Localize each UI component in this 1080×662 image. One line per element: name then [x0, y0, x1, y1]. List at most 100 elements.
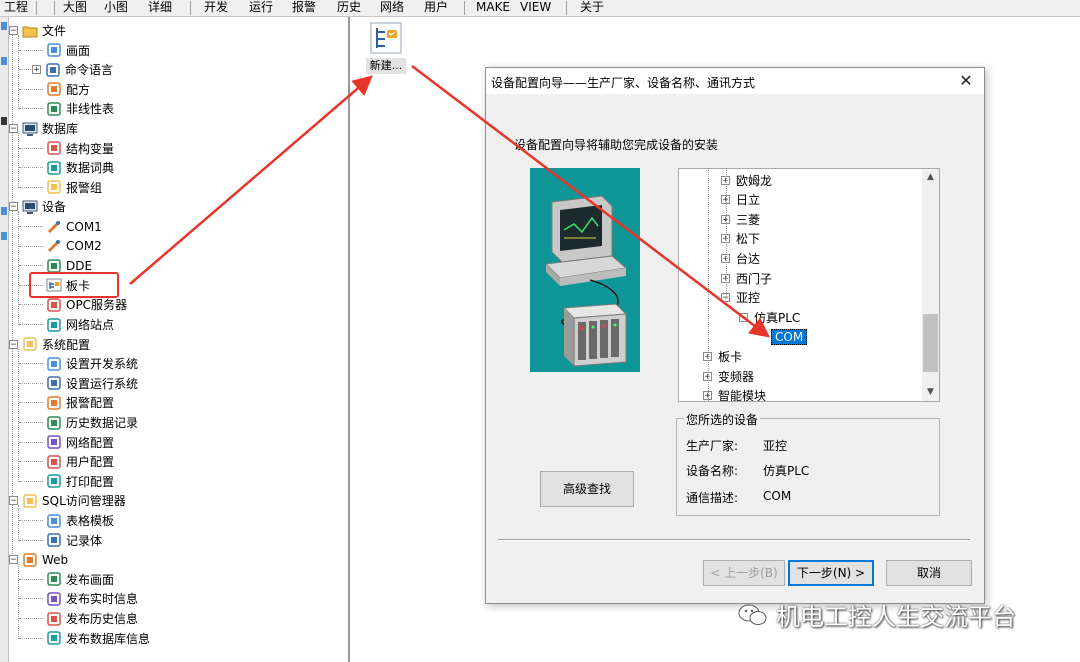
menu-history[interactable]: 历史 [337, 0, 361, 16]
tree-expander-icon[interactable]: − [9, 202, 18, 212]
advanced-search-button[interactable]: 高级查找 [540, 471, 634, 507]
menu-separator [54, 1, 55, 15]
device-tree-item-label: 变频器 [718, 369, 755, 384]
device-tree-item-label: 智能模块 [718, 389, 767, 402]
device-tree-item-selected-label: COM [771, 328, 808, 345]
project-tree-item[interactable]: 设置开发系统 [46, 354, 138, 373]
project-tree-item[interactable]: − 数据库 [9, 119, 78, 138]
project-tree-item[interactable]: 记录体 [46, 531, 102, 550]
project-tree-item[interactable]: 发布历史信息 [46, 609, 138, 628]
project-tree-item[interactable]: − 设备 [9, 197, 66, 216]
menu-about[interactable]: 关于 [580, 0, 604, 16]
strip-tab-icon[interactable] [1, 22, 7, 30]
new-device-icon[interactable] [370, 22, 402, 54]
project-tree-item[interactable]: − 系统配置 [9, 335, 90, 354]
tree-guide-line [19, 441, 43, 443]
strip-tab-icon[interactable] [1, 57, 7, 65]
tree-item-label: 发布历史信息 [66, 612, 139, 626]
project-tree-item[interactable]: 打印配置 [46, 472, 114, 491]
strip-tab-icon[interactable] [1, 232, 7, 240]
tree-root-line [12, 31, 13, 561]
tree-guide-line [19, 382, 43, 384]
scroll-up-icon[interactable]: ▲ [922, 169, 939, 186]
project-tree-item[interactable]: 画面 [46, 41, 90, 60]
publish-database-icon [47, 631, 61, 645]
device-tree-item[interactable]: − 仿真PLC [739, 308, 800, 326]
menu-large-icons[interactable]: 大图 [63, 0, 87, 16]
project-tree-item[interactable]: 网络配置 [46, 433, 114, 452]
project-tree-item[interactable]: − Web [9, 550, 68, 569]
menu-view[interactable]: VIEW [520, 0, 551, 16]
strip-tab-icon[interactable] [1, 207, 7, 215]
project-tree-item[interactable]: 网络站点 [46, 315, 114, 334]
tree-item-label: 打印配置 [66, 474, 115, 489]
tree-guide-line [19, 618, 43, 619]
menu-run[interactable]: 运行 [249, 0, 273, 16]
cancel-button[interactable]: 取消 [886, 560, 972, 586]
tree-guide-line [19, 245, 43, 247]
tree-expander-icon[interactable]: + [32, 65, 41, 75]
tree-item-label: 发布数据库信息 [66, 631, 151, 646]
tree-expander-icon[interactable]: − [9, 496, 18, 506]
tree-expander-icon[interactable]: − [9, 339, 18, 349]
project-tree-item[interactable]: − SQL访问管理器 [9, 491, 126, 510]
tree-guide-line [19, 49, 43, 51]
device-tree-scrollbar[interactable]: ▲ ▼ [922, 169, 939, 401]
manufacturer-label: 生产厂家: [686, 439, 739, 453]
selected-device-group: 您所选的设备 生产厂家: 亚控 设备名称: 仿真PLC 通信描述: COM [676, 411, 940, 516]
new-device-label[interactable]: 新建... [366, 58, 406, 74]
comm-desc-label: 通信描述: [686, 491, 739, 505]
device-tree-item[interactable]: COM [771, 328, 808, 346]
command-language-icon [46, 62, 60, 77]
next-step-button[interactable]: 下一步(N) > [788, 560, 874, 586]
prev-step-button[interactable]: < 上一步(B) [703, 560, 785, 586]
project-tree-item[interactable]: 表格模板 [46, 511, 114, 530]
tree-expander-icon[interactable]: − [9, 124, 18, 134]
device-tree[interactable]: + 智能模块 + 变频器 + 板卡 COM − 仿真PLC − 亚控 + 西门子 + 台达 + 松下 + 三菱 + 日立… [678, 168, 940, 402]
scrollbar-thumb[interactable] [923, 314, 938, 372]
menu-details[interactable]: 详细 [148, 0, 172, 16]
device-tree-item[interactable]: + 变频器 [703, 367, 754, 385]
device-config-wizard-dialog: 设备配置向导——生产厂家、设备名称、通讯方式 ✕ 设备配置向导将辅助您完成设备的… [485, 67, 985, 604]
project-tree-item[interactable]: 报警配置 [46, 393, 114, 412]
tree-expander-icon[interactable]: − [9, 26, 18, 36]
menu-project[interactable]: 工程 [4, 0, 28, 16]
project-tree-item[interactable]: 配方 [46, 80, 90, 99]
project-tree-item[interactable]: 结构变量 [46, 139, 114, 158]
menu-network[interactable]: 网络 [380, 0, 404, 16]
project-tree-item[interactable]: 发布数据库信息 [46, 629, 150, 648]
tree-item-label: 网络配置 [66, 435, 115, 450]
tree-item-label: OPC服务器 [66, 298, 128, 313]
project-tree-item[interactable]: 设置运行系统 [46, 374, 138, 393]
project-tree-item[interactable]: 报警组 [46, 178, 102, 197]
strip-tab-icon[interactable] [1, 117, 7, 125]
project-tree-item[interactable]: COM1 [46, 217, 102, 236]
project-tree-item[interactable]: 历史数据记录 [46, 413, 138, 432]
menu-alarm[interactable]: 报警 [292, 0, 316, 16]
device-tree-item[interactable]: + 智能模块 [703, 387, 767, 402]
project-tree-item[interactable]: 非线性表 [46, 99, 114, 118]
tree-expander-icon[interactable]: − [739, 312, 748, 322]
menu-develop[interactable]: 开发 [204, 0, 228, 16]
tree-item-label: 记录体 [66, 533, 103, 548]
dialog-titlebar: 设备配置向导——生产厂家、设备名称、通讯方式 ✕ [486, 68, 984, 94]
project-tree-item[interactable]: OPC服务器 [46, 295, 127, 314]
project-tree-item[interactable]: 发布实时信息 [46, 589, 138, 608]
menu-small-icons[interactable]: 小图 [104, 0, 128, 16]
tree-guide-line [19, 363, 43, 365]
menu-bar: 工程 大图 小图 详细 开发 运行 报警 历史 网络 用户 MAKE VIEW … [0, 0, 1080, 17]
project-tree-item[interactable]: − 文件 [9, 21, 66, 40]
tree-guide-line [19, 520, 43, 521]
close-icon[interactable]: ✕ [956, 71, 976, 91]
project-tree-item[interactable]: + 命令语言 [32, 60, 113, 79]
project-tree-item[interactable]: 数据词典 [46, 158, 114, 177]
scroll-down-icon[interactable]: ▼ [922, 384, 939, 401]
project-tree-item[interactable]: 用户配置 [46, 452, 114, 471]
menu-make[interactable]: MAKE [476, 0, 510, 16]
device-tree-item[interactable]: + 欧姆龙 [721, 171, 772, 189]
menu-user[interactable]: 用户 [424, 0, 448, 16]
device-tree-item[interactable]: + 西门子 [721, 269, 772, 287]
tree-expander-icon[interactable]: − [9, 555, 18, 565]
project-tree-item[interactable]: 发布画面 [46, 570, 114, 589]
project-tree-item[interactable]: COM2 [46, 237, 102, 256]
